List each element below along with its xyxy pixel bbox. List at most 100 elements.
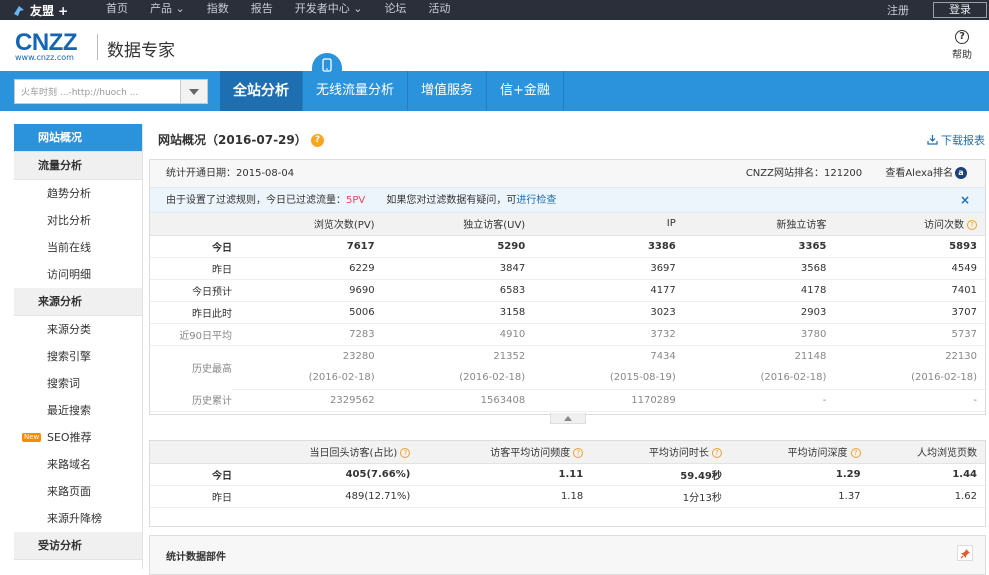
header-divider [97, 34, 98, 60]
table-cell: 6229 [232, 257, 383, 280]
table-header: 访问次数? [834, 213, 985, 236]
table-cell: 59.49秒 [591, 463, 730, 486]
table-cell: 9690 [232, 279, 383, 302]
question-icon[interactable]: ? [850, 448, 861, 459]
table-cell: 3707 [834, 301, 985, 324]
main-nav-bar: 全站分析 无线流量分析 增值服务 信+金融 [0, 71, 989, 111]
sidebar-item-overview[interactable]: 网站概况 [14, 124, 142, 152]
filter-notice: 由于设置了过滤规则，今日已过滤流量：5PV 如果您对过滤数据有疑问，可进行检查 … [150, 188, 985, 213]
row-label: 历史最高 [192, 363, 232, 375]
question-icon[interactable]: ? [573, 448, 584, 459]
sidebar-group-visited[interactable]: 受访分析 [14, 532, 142, 560]
table-header-row: 浏览次数(PV) 独立访客(UV) IP 新独立访客 访问次数? [150, 213, 985, 236]
table-row: 昨日 489(12.71%) 1.18 1分13秒 1.37 1.62 [150, 485, 985, 508]
sidebar-item-referrer-page[interactable]: 来路页面 [14, 478, 142, 505]
top-nav: 首页 产品 ⌄ 指数 报告 开发者中心 ⌄ 论坛 活动 [95, 0, 461, 20]
help-button[interactable]: ? 帮助 [952, 30, 972, 61]
sidebar-item-source-category[interactable]: 来源分类 [14, 316, 142, 343]
sidebar-item-referrer-domain[interactable]: 来路域名 [14, 451, 142, 478]
table-row: 历史最高 23280 21352 7434 21148 22130 [150, 345, 985, 375]
table-row: 今日预计 9690 6583 4177 4178 7401 [150, 279, 985, 302]
collapse-toggle[interactable] [550, 413, 586, 424]
question-circle-icon: ? [955, 30, 969, 44]
header: CNZZ www.cnzz.com 数据专家 ? 帮助 [0, 20, 989, 71]
site-selector[interactable] [14, 79, 208, 104]
download-icon [926, 135, 938, 145]
row-label: 近90日平均 [150, 323, 232, 346]
sidebar-item-online[interactable]: 当前在线 [14, 234, 142, 261]
table-header-label: 访问次数 [924, 220, 964, 232]
question-icon[interactable]: ? [711, 448, 722, 459]
sidebar-item-trend[interactable]: 趋势分析 [14, 180, 142, 207]
login-button[interactable]: 登录 [933, 2, 987, 18]
table-cell: 3568 [683, 257, 835, 280]
table-cell: 5006 [232, 301, 383, 324]
widgets-title: 统计数据部件 [166, 552, 226, 563]
tab-value-added[interactable]: 增值服务 [408, 71, 488, 111]
table-cell: - [834, 389, 985, 412]
pin-icon[interactable] [957, 545, 973, 561]
register-link[interactable]: 注册 [887, 2, 909, 18]
cnzz-logo[interactable]: CNZZ www.cnzz.com [15, 31, 77, 63]
table-cell: 21148 [794, 350, 827, 362]
site-selector-input[interactable] [15, 80, 180, 103]
table-cell: 5290 [382, 235, 534, 258]
table-row: 今日 7617 5290 3386 3365 5893 [150, 235, 985, 258]
table-cell: 22130 [945, 350, 977, 362]
sidebar-item-source-rank[interactable]: 来源升降榜 [14, 505, 142, 532]
sidebar-group-traffic[interactable]: 流量分析 [14, 152, 142, 180]
bird-logo-icon [14, 5, 24, 16]
nav-reports[interactable]: 报告 [240, 0, 284, 20]
table-row: 近90日平均 7283 4910 3732 3780 5737 [150, 323, 985, 346]
sidebar-item-visit-detail[interactable]: 访问明细 [14, 261, 142, 288]
question-icon[interactable]: ? [400, 448, 411, 459]
sidebar-item-search-engine[interactable]: 搜索引擎 [14, 343, 142, 370]
table-cell: 405(7.66%) [232, 463, 419, 486]
table-cell: 6583 [382, 279, 534, 302]
table-cell: 3158 [382, 301, 534, 324]
record-date: (2016-02-18) [232, 367, 383, 390]
chevron-down-icon: ⌄ [175, 2, 185, 15]
nav-home[interactable]: 首页 [95, 0, 139, 20]
tab-mobile-analysis[interactable]: 无线流量分析 [303, 71, 409, 111]
info-row: 统计开通日期：2015-08-04 CNZZ网站排名：121200 查看Alex… [150, 160, 985, 188]
sidebar-item-search-words[interactable]: 搜索词 [14, 370, 142, 397]
table-header-label: 平均访问深度 [787, 448, 848, 460]
table-cell: 3780 [683, 323, 835, 346]
close-icon[interactable]: × [960, 188, 970, 213]
alexa-label: 查看Alexa排名 [885, 168, 953, 179]
question-icon[interactable]: ? [310, 134, 324, 147]
table-header: IP [533, 213, 684, 236]
table-header: 人均浏览页数 [868, 441, 985, 464]
question-icon[interactable]: ? [967, 220, 977, 231]
nav-index[interactable]: 指数 [196, 0, 240, 20]
sidebar-item-compare[interactable]: 对比分析 [14, 207, 142, 234]
record-date: (2015-08-19) [533, 367, 684, 390]
table-row: 昨日 6229 3847 3697 3568 4549 [150, 257, 985, 280]
alexa-rank-link[interactable]: 查看Alexa排名 a [885, 167, 967, 179]
umeng-logo[interactable]: 友盟 + [12, 2, 68, 19]
tab-site-analysis[interactable]: 全站分析 [220, 71, 303, 111]
new-badge: New [22, 433, 42, 442]
nav-dev-center[interactable]: 开发者中心 ⌄ [284, 0, 374, 20]
table-header: 访客平均访问频度? [418, 441, 592, 464]
row-label: 今日预计 [150, 279, 232, 302]
tab-finance[interactable]: 信+金融 [487, 71, 564, 111]
caret-down-icon [189, 88, 199, 95]
table-cell: 7434 [650, 350, 676, 362]
site-selector-dropdown[interactable] [180, 80, 207, 103]
sidebar-group-source[interactable]: 来源分析 [14, 288, 142, 316]
row-label: 昨日 [150, 485, 232, 508]
nav-events[interactable]: 活动 [417, 0, 461, 20]
nav-forum[interactable]: 论坛 [373, 0, 417, 20]
table-cell: - [683, 389, 835, 412]
check-link[interactable]: 进行检查 [516, 195, 556, 206]
record-date: (2016-02-18) [382, 367, 534, 390]
download-report-link[interactable]: 下载报表 [926, 132, 985, 148]
sidebar-item-recent-search[interactable]: 最近搜索 [14, 397, 142, 424]
sidebar-item-seo[interactable]: New SEO推荐 [14, 424, 142, 451]
alexa-icon: a [955, 167, 967, 179]
nav-products[interactable]: 产品 ⌄ [139, 0, 196, 20]
table-cell: 4549 [834, 257, 985, 280]
chevron-down-icon: ⌄ [353, 2, 363, 15]
